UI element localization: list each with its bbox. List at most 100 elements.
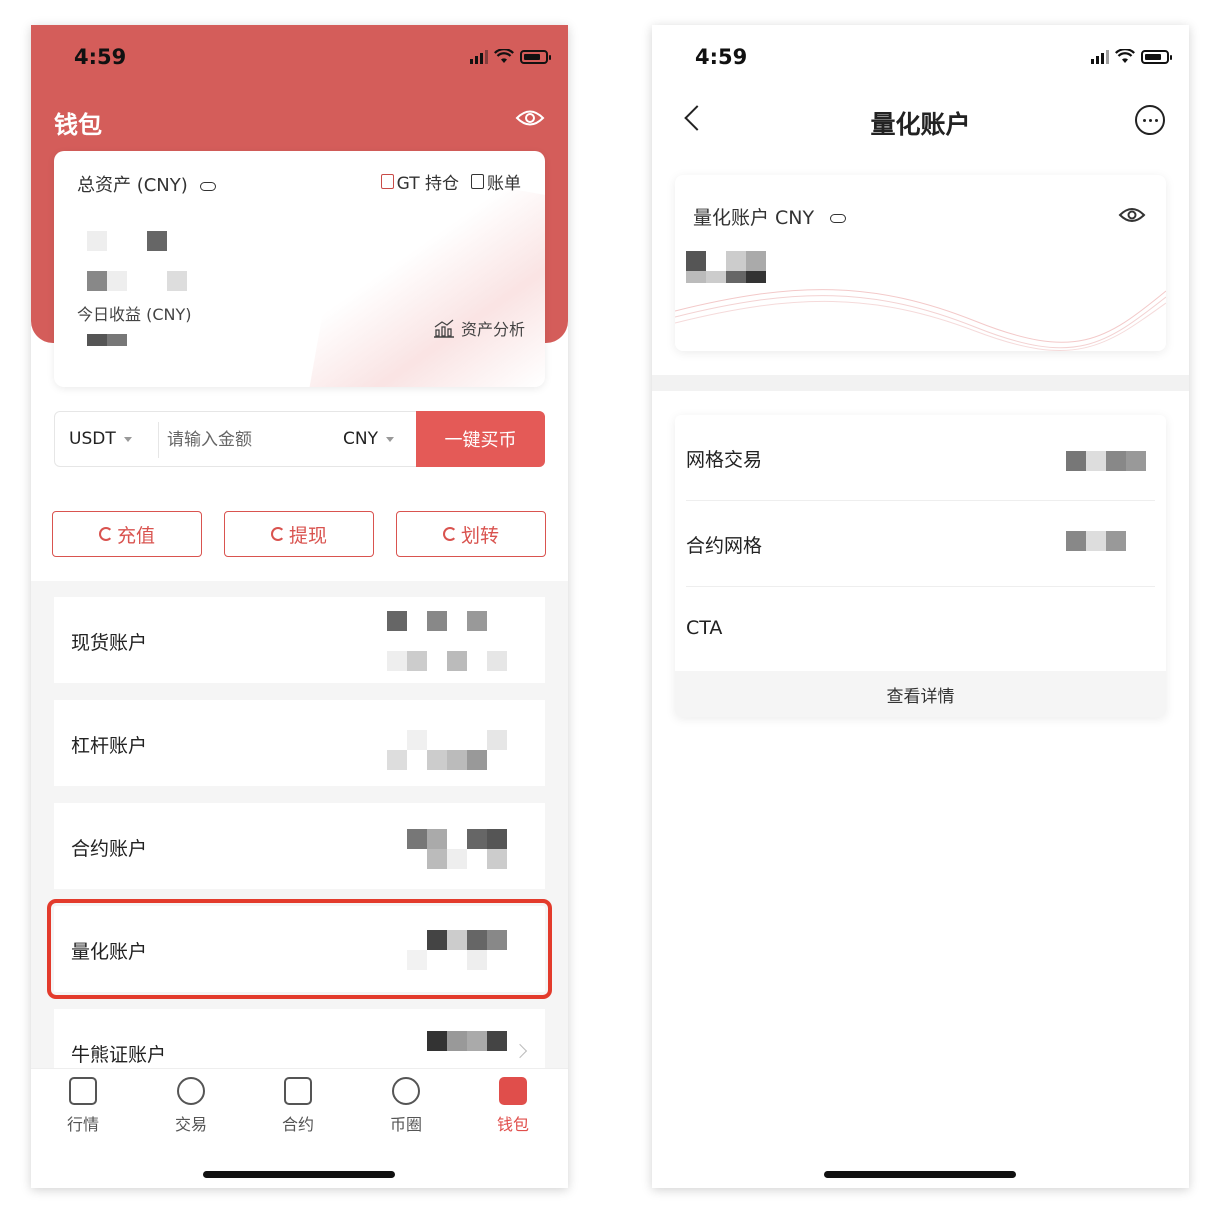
account-name: 杠杆账户 [71,735,148,757]
strategy-balance-masked [1066,531,1146,551]
quant-balance-card: 量化账户 CNY [675,175,1166,351]
contract-icon [284,1077,312,1105]
strategy-row-grid[interactable]: 网格交易 [686,415,1155,501]
account-balance-masked [387,611,507,671]
gt-icon [380,174,394,189]
account-balance-masked [427,1031,507,1051]
signal-icon [470,49,488,64]
status-icons [1091,49,1172,64]
account-row-quant[interactable]: 量化账户 [47,899,552,999]
account-name: 现货账户 [71,632,148,654]
account-balance-masked [387,829,507,869]
quant-account-screen: 4:59 量化账户 量化账户 CNY 网格交易 合约网格 CTA 查看详情 [652,25,1189,1188]
card-decoration [304,160,545,387]
wallet-screen: 4:59 钱包 总资产 (CNY) GT 持仓 账单 今日收益 (CNY) 资产… [31,25,568,1188]
card-wave-decoration [675,289,1166,351]
chart-icon [69,1077,97,1105]
bill-icon [471,174,484,189]
home-indicator [203,1171,395,1178]
tab-label: 行情 [66,1115,99,1134]
account-row-margin[interactable]: 杠杆账户 [54,700,545,786]
transfer-button[interactable]: 划转 [396,511,546,557]
tab-label: 合约 [281,1115,314,1134]
transfer-label: 划转 [460,524,499,547]
bottom-tab-bar: 行情 交易 合约 币圈 钱包 [31,1068,568,1188]
quick-buy-bar: USDT CNY 一键买币 [54,411,545,467]
tab-label: 交易 [174,1115,207,1134]
tab-label: 钱包 [496,1115,529,1134]
analysis-chart-icon [433,319,454,338]
wifi-icon [494,49,514,63]
account-name: 合约账户 [71,838,148,860]
fiat-select-value: CNY [343,429,378,449]
today-income-label: 今日收益 (CNY) [77,305,192,324]
card-links: GT 持仓 账单 [380,169,521,194]
deposit-label: 充值 [116,524,155,547]
asset-analysis-link[interactable]: 资产分析 [433,316,525,340]
amount-input[interactable] [167,422,327,458]
quant-card-label: 量化账户 CNY [693,203,847,230]
account-row-spot[interactable]: 现货账户 [54,597,545,683]
divider [158,422,159,458]
gt-holdings-text: GT 持仓 [396,174,459,194]
coin-select-value: USDT [69,429,116,449]
strategy-row-cta[interactable]: CTA [686,587,1155,673]
more-options-icon[interactable] [1135,105,1165,135]
exchange-icon [177,1077,205,1105]
section-divider [652,375,1189,391]
strategy-balance-masked [1066,451,1146,471]
signal-icon [1091,49,1109,64]
page-title: 钱包 [54,111,102,139]
strategy-name: 合约网格 [686,535,763,557]
account-balance-masked [387,730,507,770]
quick-buy-button[interactable]: 一键买币 [416,411,545,467]
tab-contract[interactable]: 合约 [258,1077,338,1135]
eye-icon[interactable] [1118,205,1146,225]
page-title: 量化账户 [870,110,971,139]
chat-icon [392,1077,420,1105]
account-name: 牛熊证账户 [71,1044,167,1066]
tab-market[interactable]: 行情 [43,1077,123,1135]
navigation-bar: 量化账户 [652,97,1189,147]
switch-currency-icon[interactable] [199,181,216,191]
strategy-name: 网格交易 [686,449,763,471]
chevron-right-icon [512,1043,528,1059]
strategy-row-contract-grid[interactable]: 合约网格 [686,501,1155,587]
bill-link[interactable]: 账单 [471,169,521,194]
tab-wallet[interactable]: 钱包 [473,1077,553,1135]
gt-holdings-link[interactable]: GT 持仓 [380,169,459,194]
eye-icon[interactable] [515,107,545,129]
fiat-select[interactable]: CNY [343,429,394,449]
withdraw-button[interactable]: 提现 [224,511,374,557]
account-balance-masked [407,930,507,970]
strategy-name: CTA [686,617,723,639]
total-assets-text: 总资产 (CNY) [77,175,188,196]
status-bar: 4:59 [31,25,568,95]
wallet-icon [499,1077,527,1105]
tab-label: 币圈 [389,1115,422,1134]
chevron-down-icon [385,436,394,442]
deposit-icon [98,527,113,541]
status-time: 4:59 [74,45,127,69]
wifi-icon [1115,49,1135,63]
deposit-button[interactable]: 充值 [52,511,202,557]
switch-currency-icon[interactable] [830,214,847,223]
transfer-icon [442,527,457,541]
status-bar: 4:59 [652,25,1189,95]
tab-trade[interactable]: 交易 [151,1077,231,1135]
withdraw-icon [270,527,285,541]
account-row-futures[interactable]: 合约账户 [54,803,545,889]
battery-icon [520,49,551,64]
quant-card-label-text: 量化账户 CNY [693,207,815,229]
coin-select[interactable]: USDT [69,429,132,449]
total-assets-label: 总资产 (CNY) [77,171,216,197]
view-details-button[interactable]: 查看详情 [675,671,1166,717]
total-assets-value-masked [87,231,197,291]
account-name: 量化账户 [71,941,148,963]
total-assets-card: 总资产 (CNY) GT 持仓 账单 今日收益 (CNY) 资产分析 [54,151,545,387]
asset-analysis-text: 资产分析 [460,320,525,339]
today-income-value-masked [87,334,147,348]
tab-community[interactable]: 币圈 [366,1077,446,1135]
chevron-down-icon [123,436,132,442]
status-icons [470,49,551,64]
